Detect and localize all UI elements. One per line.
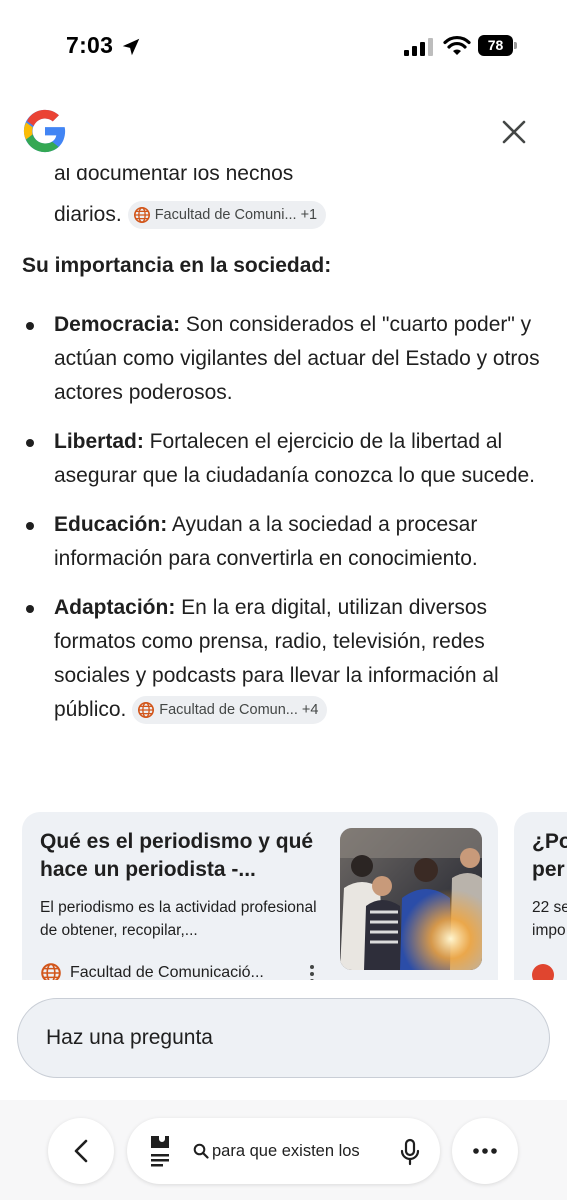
bullet-term: Educación: <box>54 513 168 536</box>
globe-icon <box>41 963 61 980</box>
close-icon <box>502 120 526 144</box>
list-item: Educación: Ayudan a la sociedad a proces… <box>22 508 547 576</box>
bottom-toolbar: para que existen los <box>0 1100 567 1200</box>
status-bar: 7:03 78 <box>0 0 567 92</box>
list-item: Democracia: Son considerados el "cuarto … <box>22 308 547 410</box>
chevron-left-icon <box>74 1139 88 1163</box>
card-source: Facultad de Comunicació... <box>40 962 264 980</box>
ask-question-input[interactable]: Haz una pregunta <box>17 998 550 1078</box>
more-options-button[interactable] <box>452 1118 518 1184</box>
source-card[interactable]: ¿Po per 22 se impo <box>514 812 567 980</box>
source-card[interactable]: Qué es el periodismo y qué hace un perio… <box>22 812 498 980</box>
ask-question-placeholder: Haz una pregunta <box>46 1026 213 1049</box>
card-snippet-line: impo <box>532 922 566 939</box>
answer-text-partial: al documentar los hechos <box>54 162 294 185</box>
status-time: 7:03 <box>66 32 114 58</box>
card-title: ¿Po per <box>532 828 567 884</box>
source-chip-label: Facultad de Comuni... <box>154 207 297 223</box>
source-chip[interactable]: Facultad de Comun... +4 <box>132 696 328 725</box>
globe-icon <box>133 206 150 224</box>
card-snippet: 22 se impo <box>532 896 567 942</box>
site-favicon-icon <box>532 964 554 980</box>
search-query-text: para que existen los <box>212 1142 360 1160</box>
microphone-icon[interactable] <box>399 1138 421 1166</box>
globe-icon <box>138 702 155 719</box>
back-button[interactable] <box>48 1118 114 1184</box>
battery-indicator: 78 <box>478 35 518 56</box>
section-heading: Su importancia en la sociedad: <box>22 254 332 277</box>
bullet-list: Democracia: Son considerados el "cuarto … <box>22 308 547 742</box>
card-title-line: per <box>532 858 565 881</box>
location-arrow-icon <box>122 38 140 56</box>
source-chip[interactable]: Facultad de Comuni... +1 <box>127 201 327 229</box>
card-title: Qué es el periodismo y qué hace un perio… <box>40 830 314 881</box>
answer-paragraph: diarios. Facultad de Comuni... +1 <box>54 198 327 232</box>
search-query: para que existen los <box>193 1118 360 1184</box>
google-logo-icon <box>23 109 66 153</box>
more-horiz-icon <box>473 1148 497 1154</box>
google-lens-icon <box>151 1136 169 1167</box>
more-vert-icon[interactable] <box>306 964 318 980</box>
ai-overview-content: al documentar los hechos diarios. Facult… <box>0 160 567 980</box>
bullet-term: Libertad: <box>54 430 144 453</box>
source-chip-count: +1 <box>300 207 318 223</box>
card-snippet: El periodismo es la actividad profesiona… <box>40 899 317 939</box>
source-chip-label: Facultad de Comun... <box>159 702 298 719</box>
list-item: Adaptación: En la era digital, utilizan … <box>22 591 547 727</box>
search-icon <box>193 1143 209 1159</box>
card-snippet-line: 22 se <box>532 899 567 916</box>
source-chip-count: +4 <box>301 702 319 719</box>
answer-text: diarios. <box>54 203 122 226</box>
card-source-label: Facultad de Comunicació... <box>70 964 264 980</box>
wifi-icon <box>443 35 471 55</box>
bullet-term: Democracia: <box>54 313 181 336</box>
list-item: Libertad: Fortalecen el ejercicio de la … <box>22 425 547 493</box>
bullet-term: Adaptación: <box>54 596 176 619</box>
cellular-signal-icon <box>404 38 433 56</box>
close-button[interactable] <box>494 112 534 152</box>
card-thumbnail-image <box>340 828 482 970</box>
battery-level: 78 <box>487 37 504 53</box>
source-cards-carousel[interactable]: Qué es el periodismo y qué hace un perio… <box>0 812 567 980</box>
card-title-line: ¿Po <box>532 830 567 853</box>
search-query-pill[interactable]: para que existen los <box>127 1118 440 1184</box>
